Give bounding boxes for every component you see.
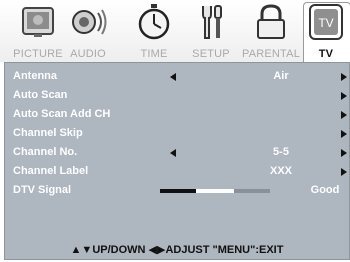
tab-label: SETUP xyxy=(192,48,230,60)
tab-audio[interactable]: AUDIO xyxy=(62,0,114,62)
menu-item-label: Channel Label xyxy=(13,165,89,177)
signal-strength-bar xyxy=(160,189,270,193)
menu-item-label: Auto Scan xyxy=(13,89,68,101)
tv-picture-icon xyxy=(22,7,54,37)
tab-tv[interactable]: TV TV xyxy=(304,0,348,62)
menu-item-antenna[interactable]: Antenna Air xyxy=(5,68,349,85)
tools-icon xyxy=(202,5,222,39)
tab-label: PICTURE xyxy=(13,48,63,60)
speaker-icon xyxy=(72,9,107,35)
menu-item-dtv-signal: DTV Signal Good xyxy=(5,182,349,199)
navigation-hint: ▲▼UP/DOWN ◀▶ADJUST "MENU":EXIT xyxy=(70,244,284,256)
lock-icon xyxy=(257,4,285,39)
menu-item-value: 5-5 xyxy=(273,146,289,158)
menu-item-label: Channel No. xyxy=(13,146,78,158)
tv-osd-menu: PICTURE AUDIO TIME SETUP PARENTAL TV TV … xyxy=(0,0,350,262)
tab-label: TIME xyxy=(140,48,168,60)
right-arrow-icon[interactable] xyxy=(341,149,347,157)
right-arrow-icon[interactable] xyxy=(341,92,347,100)
menu-item-label: Channel Skip xyxy=(13,127,83,139)
tab-picture[interactable]: PICTURE xyxy=(10,0,66,62)
tab-setup[interactable]: SETUP xyxy=(186,0,236,62)
left-arrow-icon[interactable] xyxy=(170,149,176,157)
menu-item-auto-scan-add-ch[interactable]: Auto Scan Add CH xyxy=(5,106,349,123)
right-arrow-icon[interactable] xyxy=(341,111,347,119)
left-arrow-icon[interactable] xyxy=(170,73,176,81)
tv-settings-panel: Antenna Air Auto Scan Auto Scan Add CH C… xyxy=(4,62,350,260)
menu-tab-bar: PICTURE AUDIO TIME SETUP PARENTAL TV TV xyxy=(0,0,350,63)
menu-item-channel-skip[interactable]: Channel Skip xyxy=(5,125,349,142)
tab-time[interactable]: TIME xyxy=(132,0,176,62)
menu-item-channel-label[interactable]: Channel Label XXX xyxy=(5,163,349,180)
signal-strength-fill-dark xyxy=(160,189,196,193)
right-arrow-icon[interactable] xyxy=(341,168,347,176)
tab-label: TV xyxy=(318,48,334,60)
stopwatch-icon xyxy=(138,4,170,40)
tab-label: PARENTAL xyxy=(241,48,301,60)
tab-parental[interactable]: PARENTAL xyxy=(240,0,302,62)
tv-icon: TV xyxy=(309,4,343,40)
menu-item-auto-scan[interactable]: Auto Scan xyxy=(5,87,349,104)
tv-icon-text: TV xyxy=(318,16,333,30)
menu-item-channel-no[interactable]: Channel No. 5-5 xyxy=(5,144,349,161)
signal-strength-fill-light xyxy=(196,189,234,193)
menu-item-value: XXX xyxy=(269,165,292,177)
right-arrow-icon[interactable] xyxy=(341,73,347,81)
signal-quality-value: Good xyxy=(310,184,340,196)
menu-item-label: Auto Scan Add CH xyxy=(13,108,111,120)
menu-item-label: DTV Signal xyxy=(13,184,72,196)
menu-item-label: Antenna xyxy=(13,70,57,82)
right-arrow-icon[interactable] xyxy=(341,130,347,138)
menu-item-value: Air xyxy=(273,70,289,82)
tab-label: AUDIO xyxy=(70,48,106,60)
